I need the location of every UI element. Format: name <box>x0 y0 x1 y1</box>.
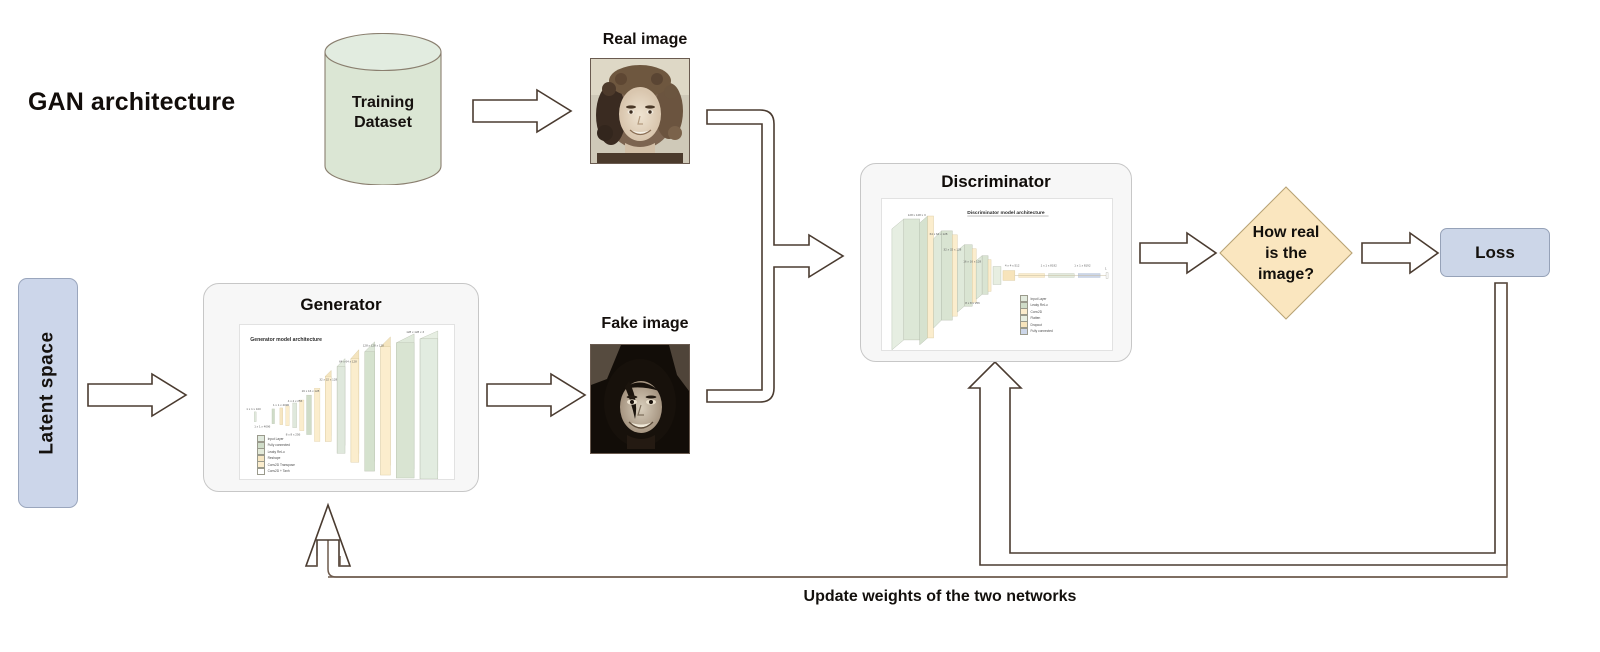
discriminator-title: Discriminator <box>941 172 1051 191</box>
gan-architecture-diagram: .barrow{fill:#ffffff;stroke:#4a3b30;stro… <box>0 0 1600 652</box>
cylinder-top <box>324 33 442 72</box>
legend-label: Dropout <box>1030 322 1042 327</box>
legend-label: Fully connected <box>1030 329 1053 334</box>
svg-text:16 x 16 x 128: 16 x 16 x 128 <box>963 260 981 264</box>
svg-text:1: 1 <box>1105 267 1107 271</box>
legend-label: Input Layer <box>267 436 284 441</box>
svg-text:1 x 1 x 8192: 1 x 1 x 8192 <box>1041 264 1058 268</box>
decision-line-2: is the <box>1265 245 1307 262</box>
generator-thumb-title: Generator model architecture <box>250 337 322 343</box>
decision-label: How real is the image? <box>1218 222 1354 285</box>
discriminator-conv-slabs <box>891 215 1109 351</box>
svg-text:16 x 16 x 128: 16 x 16 x 128 <box>302 389 320 393</box>
svg-text:128 x 128 x 3: 128 x 128 x 3 <box>908 213 926 217</box>
legend-label: Leaky ReLu <box>267 449 285 454</box>
legend-swatch <box>1020 327 1028 335</box>
training-dataset-line-1: Training <box>351 94 415 111</box>
legend-label: Fully connected <box>267 443 290 448</box>
svg-text:128 x 128 x 3: 128 x 128 x 3 <box>406 330 424 334</box>
svg-text:64 x 64 x 128: 64 x 64 x 128 <box>339 360 357 364</box>
svg-text:1 x 1 x 4096: 1 x 1 x 4096 <box>273 403 289 407</box>
legend-label: Input Layer <box>1030 296 1047 301</box>
arrow-generator-to-fake-image <box>486 372 587 418</box>
discriminator-legend: Input Layer Leaky ReLu Conv2D Flatten Dr… <box>1020 295 1053 335</box>
update-weights-caption: Update weights of the two networks <box>803 588 1077 605</box>
svg-text:1 x 1 x 100: 1 x 1 x 100 <box>246 407 261 411</box>
arrow-discriminator-to-decision <box>1139 231 1218 275</box>
legend-swatch <box>257 467 266 475</box>
training-dataset-label: Training Dataset <box>324 93 442 133</box>
svg-text:4 x 4 x 512: 4 x 4 x 512 <box>1005 264 1020 268</box>
svg-text:8 x 8 x 256: 8 x 8 x 256 <box>965 301 980 305</box>
page-title: GAN architecture <box>28 88 236 116</box>
generator-thumbnail: Generator model architecture 1 x 1 x 100… <box>239 324 455 480</box>
fake-image-caption: Fake image <box>601 315 689 332</box>
loss-node: Loss <box>1440 228 1550 277</box>
discriminator-thumb-title: Discriminator model architecture <box>967 210 1045 216</box>
legend-label: Conv2D + Tanh <box>267 469 290 474</box>
arrow-latent-to-generator <box>87 372 188 418</box>
legend-item: Fully connected <box>1020 327 1053 335</box>
decision-line-3: image? <box>1257 266 1314 283</box>
discriminator-thumbnail: Discriminator model architecture 128 x 1… <box>881 198 1113 351</box>
svg-text:32 x 32 x 128: 32 x 32 x 128 <box>319 377 337 381</box>
legend-label: Reshape <box>267 456 281 461</box>
arrow-decision-to-loss <box>1361 231 1440 275</box>
arrow-images-to-discriminator <box>706 109 845 403</box>
legend-item: Conv2D + Tanh <box>257 467 295 475</box>
latent-space-label: Latent space <box>37 331 59 455</box>
discriminator-panel[interactable]: Discriminator Discriminator model archit… <box>860 163 1132 362</box>
generator-panel[interactable]: Generator Generator model architecture 1… <box>203 283 479 492</box>
generator-legend: Input Layer Fully connected Leaky ReLu R… <box>257 435 295 475</box>
arrow-dataset-to-real-image <box>472 88 573 134</box>
legend-label: Conv2D Transpose <box>267 462 295 467</box>
legend-label: Flatten <box>1030 316 1041 321</box>
svg-text:1 x 1 x 8192: 1 x 1 x 8192 <box>1074 264 1091 268</box>
legend-label: Leaky ReLu <box>1030 303 1048 308</box>
generator-title: Generator <box>300 295 382 314</box>
decision-line-1: How real <box>1252 224 1320 241</box>
real-image-thumbnail <box>590 58 690 164</box>
svg-text:64 x 64 x 128: 64 x 64 x 128 <box>930 232 948 236</box>
discriminator-architecture-svg: Discriminator model architecture 128 x 1… <box>891 210 1109 351</box>
loss-label: Loss <box>1475 242 1515 262</box>
legend-label: Conv2D <box>1030 309 1043 314</box>
training-dataset-line-2: Dataset <box>354 114 412 131</box>
generator-deconv-slabs <box>325 330 439 480</box>
svg-text:1 x 1 x 4096: 1 x 1 x 4096 <box>254 425 270 429</box>
fake-image-thumbnail <box>590 344 690 454</box>
real-image-caption: Real image <box>602 31 688 48</box>
svg-text:4 x 4 x 256: 4 x 4 x 256 <box>288 399 303 403</box>
svg-text:32 x 32 x 128: 32 x 32 x 128 <box>943 248 961 252</box>
latent-space-node: Latent space <box>18 278 78 508</box>
svg-text:128 x 128 x 128: 128 x 128 x 128 <box>363 344 384 348</box>
